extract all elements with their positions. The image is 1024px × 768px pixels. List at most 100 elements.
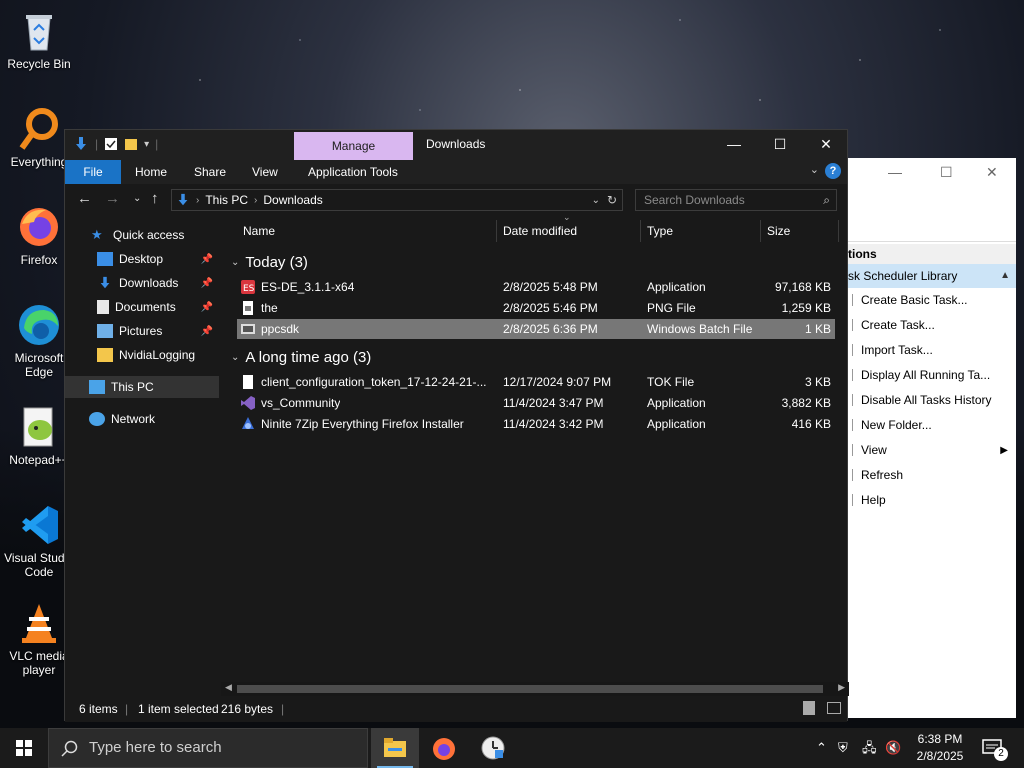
action-new-folder[interactable]: New Folder... <box>848 413 1016 438</box>
refresh-icon[interactable]: ↻ <box>607 193 617 207</box>
details-view-icon[interactable] <box>803 701 815 715</box>
table-row[interactable]: ES ES-DE_3.1.1-x64 2/8/2025 5:48 PM Appl… <box>237 277 835 297</box>
table-row[interactable]: the 2/8/2025 5:46 PM PNG File 1,259 KB <box>237 298 835 318</box>
action-import-task[interactable]: Import Task... <box>848 338 1016 363</box>
scroll-right-icon[interactable]: ▶ <box>838 682 845 693</box>
table-row-selected[interactable]: ppcsdk 2/8/2025 6:36 PM Windows Batch Fi… <box>237 319 835 339</box>
desktop-icon-label: Notepad++ <box>9 453 69 467</box>
file-icon <box>243 375 253 389</box>
clock-time: 6:38 PM <box>917 732 963 746</box>
desktop-icon-label: Recycle Bin <box>7 57 71 71</box>
tab-file[interactable]: File <box>65 160 121 184</box>
table-row[interactable]: vs_Community 11/4/2024 3:47 PM Applicati… <box>237 393 835 413</box>
expand-ribbon-icon[interactable]: ⌄ <box>810 163 819 176</box>
action-display-running[interactable]: Display All Running Ta... <box>848 363 1016 388</box>
taskbar-firefox[interactable] <box>420 728 468 768</box>
vlc-icon <box>16 600 62 646</box>
notifications-icon[interactable]: 2 <box>982 737 1008 761</box>
status-bar: 6 items | 1 item selected 216 bytes | <box>65 696 847 722</box>
desktop-icon-recycle-bin[interactable]: Recycle Bin <box>4 8 74 71</box>
group-header-long-ago[interactable]: ⌄ A long time ago (3) <box>231 349 371 366</box>
maximize-icon[interactable]: ☐ <box>940 164 953 181</box>
close-icon[interactable]: ✕ <box>986 164 998 181</box>
firefox-icon <box>433 738 455 760</box>
action-refresh[interactable]: Refresh <box>848 463 1016 488</box>
breadcrumb-this-pc[interactable]: This PC <box>205 193 248 207</box>
task-scheduler-library-section[interactable]: sk Scheduler Library ▲ <box>848 264 1016 288</box>
section-label: sk Scheduler Library <box>848 269 958 283</box>
column-size[interactable]: Size <box>761 216 790 246</box>
search-icon <box>61 740 78 757</box>
file-explorer-window[interactable]: | ▾ | Manage Downloads — ☐ ✕ File Home S… <box>64 129 849 722</box>
back-arrow-icon[interactable]: ← <box>77 190 92 207</box>
group-header-today[interactable]: ⌄ Today (3) <box>231 254 308 271</box>
minimize-icon[interactable]: — <box>888 164 902 180</box>
horizontal-scrollbar[interactable]: ◀ ▶ <box>221 682 849 696</box>
search-placeholder: Type here to search <box>89 739 222 756</box>
taskbar-search-input[interactable]: Type here to search <box>48 728 368 768</box>
tab-home[interactable]: Home <box>135 160 167 184</box>
show-hidden-icons-chevron[interactable]: ⌃ <box>816 728 827 768</box>
star-icon: ★ <box>91 227 103 242</box>
firefox-icon <box>16 204 62 250</box>
table-row[interactable]: Ninite 7Zip Everything Firefox Installer… <box>237 414 835 434</box>
column-name[interactable]: Name <box>237 216 275 246</box>
manage-tab[interactable]: Manage <box>294 132 413 160</box>
volume-muted-icon[interactable]: 🔇 <box>885 728 901 768</box>
action-create-task[interactable]: Create Task... <box>848 313 1016 338</box>
explorer-titlebar[interactable]: | ▾ | Manage Downloads — ☐ ✕ <box>65 130 847 160</box>
nav-nvidialogging[interactable]: NvidiaLogging <box>65 344 219 366</box>
nav-downloads[interactable]: Downloads 📌 <box>65 272 219 294</box>
help-icon[interactable]: ? <box>825 163 841 179</box>
actions-header: tions <box>848 244 1016 264</box>
scroll-left-icon[interactable]: ◀ <box>225 682 232 693</box>
nav-quick-access[interactable]: ★ Quick access <box>65 224 219 246</box>
system-clock[interactable]: 6:38 PM 2/8/2025 <box>908 731 972 765</box>
search-icon[interactable]: ⌕ <box>823 190 830 210</box>
everything-icon <box>16 106 62 152</box>
table-row[interactable]: client_configuration_token_17-12-24-21-.… <box>237 372 835 392</box>
edge-icon <box>16 302 62 348</box>
action-help[interactable]: Help <box>848 488 1016 513</box>
address-dropdown-icon[interactable]: ⌄ <box>592 195 600 206</box>
action-disable-history[interactable]: Disable All Tasks History <box>848 388 1016 413</box>
nav-pictures[interactable]: Pictures 📌 <box>65 320 219 342</box>
sort-indicator-icon: ⌄ <box>563 212 571 222</box>
nav-network[interactable]: Network <box>65 408 219 430</box>
breadcrumb-separator-icon: › <box>196 194 200 206</box>
tab-share[interactable]: Share <box>194 160 226 184</box>
properties-icon[interactable] <box>104 137 118 151</box>
minimize-button[interactable]: — <box>711 130 757 160</box>
scrollbar-thumb[interactable] <box>237 685 823 693</box>
ninite-icon <box>242 417 254 429</box>
customize-toolbar-icon[interactable]: ▾ <box>144 139 149 150</box>
nav-this-pc[interactable]: This PC <box>65 376 219 398</box>
new-folder-icon[interactable] <box>124 137 138 151</box>
windows-logo-icon <box>16 740 32 756</box>
taskbar-task-scheduler[interactable] <box>469 728 517 768</box>
large-icons-view-icon[interactable] <box>827 702 841 714</box>
start-button[interactable] <box>0 728 48 768</box>
nav-documents[interactable]: Documents 📌 <box>65 296 219 318</box>
tab-application-tools[interactable]: Application Tools <box>308 160 398 184</box>
up-arrow-icon[interactable]: ↑ <box>151 190 159 207</box>
column-type[interactable]: Type <box>641 216 673 246</box>
network-icon[interactable]: 🖧 <box>862 728 877 768</box>
action-view[interactable]: View ▶ <box>848 438 1016 463</box>
collapse-up-icon[interactable]: ▲ <box>1000 264 1010 288</box>
search-input[interactable]: Search Downloads ⌕ <box>635 189 837 211</box>
tab-view[interactable]: View <box>252 160 278 184</box>
taskbar-file-explorer[interactable] <box>371 728 419 768</box>
action-create-basic-task[interactable]: Create Basic Task... <box>848 288 1016 313</box>
nav-desktop[interactable]: Desktop 📌 <box>65 248 219 270</box>
recent-locations-icon[interactable]: ⌄ <box>133 193 141 204</box>
forward-arrow-icon[interactable]: → <box>105 190 120 207</box>
breadcrumb-downloads[interactable]: Downloads <box>263 193 322 207</box>
address-bar[interactable]: › This PC › Downloads ⌄ ↻ <box>171 189 623 211</box>
quick-access-toolbar: | ▾ | <box>73 136 158 152</box>
close-button[interactable]: ✕ <box>803 130 849 160</box>
desktop-icon-label: VLC media player <box>9 649 69 677</box>
task-scheduler-window[interactable]: — ☐ ✕ tions sk Scheduler Library ▲ Creat… <box>848 158 1016 718</box>
defender-warning-icon[interactable]: ⛨ <box>838 728 848 768</box>
maximize-button[interactable]: ☐ <box>757 130 803 160</box>
